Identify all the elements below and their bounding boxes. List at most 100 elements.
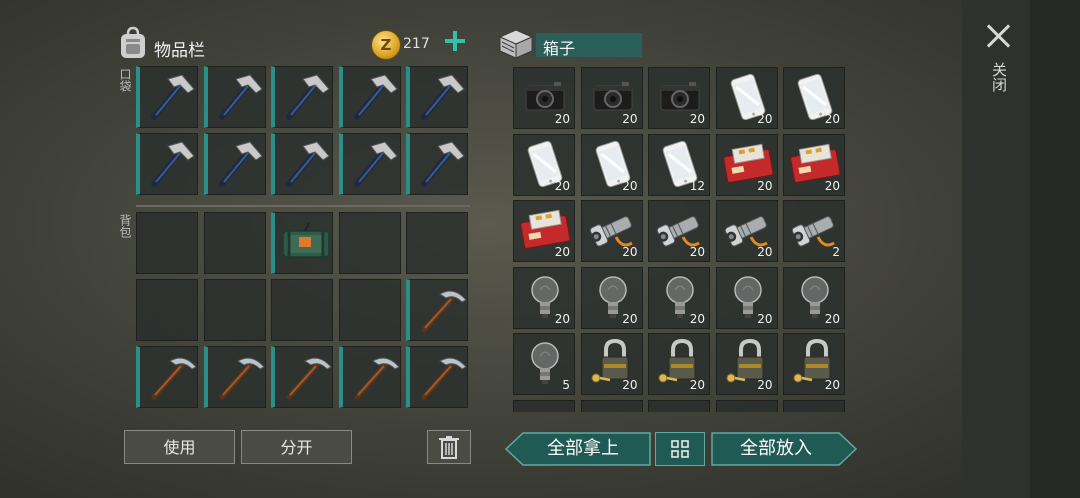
right-sidebar <box>962 0 1080 498</box>
backpack-slot[interactable] <box>203 212 266 274</box>
box-slot[interactable]: 2 <box>783 200 845 262</box>
box-slot[interactable]: 20 <box>580 200 643 262</box>
pocket-slot[interactable] <box>136 66 198 128</box>
item-quantity: 12 <box>689 178 705 193</box>
close-label[interactable]: 关闭 <box>988 62 1008 92</box>
pocket-slot[interactable] <box>338 66 401 128</box>
put-all-button[interactable]: 全部放入 <box>713 432 839 466</box>
pickaxe-icon <box>414 351 468 401</box>
hammer-icon <box>212 71 266 121</box>
hammer-icon <box>212 138 266 188</box>
box-icon <box>498 29 534 59</box>
hammer-icon <box>347 71 401 121</box>
divider <box>136 205 470 207</box>
sort-button[interactable] <box>655 432 705 466</box>
pocket-slot[interactable] <box>203 133 266 195</box>
box-slot[interactable]: 20 <box>783 333 845 395</box>
use-button[interactable]: 使用 <box>124 430 235 464</box>
pocket-slot[interactable] <box>406 66 468 128</box>
coin-icon: Z <box>371 30 401 60</box>
bomb-icon <box>279 217 333 267</box>
box-empty-slot[interactable] <box>513 399 575 412</box>
hammer-icon <box>279 71 333 121</box>
box-slot[interactable]: 20 <box>580 333 643 395</box>
box-slot[interactable]: 20 <box>715 266 778 329</box>
box-slot[interactable]: 20 <box>715 333 778 395</box>
box-slot[interactable]: 12 <box>648 133 710 196</box>
pocket-slot[interactable] <box>136 133 198 195</box>
coin-count: 217 <box>403 36 430 52</box>
backpack-slot[interactable] <box>338 279 401 341</box>
hammer-icon <box>144 138 198 188</box>
item-quantity: 20 <box>622 178 638 193</box>
box-slot[interactable]: 20 <box>513 200 575 262</box>
trash-icon <box>439 436 459 459</box>
box-slot[interactable]: 20 <box>648 200 710 262</box>
box-empty-slot[interactable] <box>783 399 845 412</box>
box-slot[interactable]: 20 <box>648 266 710 329</box>
hammer-icon <box>279 138 333 188</box>
item-quantity: 20 <box>757 178 773 193</box>
pocket-slot[interactable] <box>338 133 401 195</box>
box-slot[interactable]: 20 <box>580 133 643 196</box>
trash-button[interactable] <box>427 430 471 464</box>
add-coins-button[interactable] <box>445 31 465 51</box>
box-grid[interactable]: 20 20 20 20 20 20 20 12 20 20 20 20 20 20 2 20 20 20 20 20 5… <box>512 66 850 412</box>
backpack-slot[interactable] <box>136 279 198 341</box>
box-slot[interactable]: 20 <box>783 67 845 129</box>
item-quantity: 20 <box>824 378 840 392</box>
pickaxe-icon <box>144 351 198 401</box>
box-slot[interactable]: 20 <box>648 67 710 129</box>
split-button[interactable]: 分开 <box>241 430 352 464</box>
hammer-icon <box>347 138 401 188</box>
backpack-slot[interactable] <box>203 279 266 341</box>
pickaxe-icon <box>347 351 401 401</box>
box-slot[interactable]: 5 <box>513 333 575 395</box>
box-empty-slot[interactable] <box>715 399 778 412</box>
box-slot[interactable]: 20 <box>715 67 778 129</box>
backpack-slot[interactable] <box>338 346 401 408</box>
box-empty-slot[interactable] <box>580 399 643 412</box>
backpack-slot[interactable] <box>271 279 333 341</box>
item-quantity: 2 <box>832 245 840 259</box>
box-slot[interactable]: 20 <box>513 67 575 129</box>
backpack-slot[interactable] <box>203 346 266 408</box>
item-quantity: 20 <box>554 178 570 193</box>
backpack-icon <box>121 26 145 58</box>
box-slot[interactable]: 20 <box>580 266 643 329</box>
box-slot[interactable]: 20 <box>580 67 643 129</box>
box-slot[interactable]: 20 <box>715 200 778 262</box>
backpack-slot[interactable] <box>406 212 468 274</box>
backpack-label: 背包 <box>118 214 132 238</box>
item-quantity: 20 <box>757 378 773 392</box>
take-all-button[interactable]: 全部拿上 <box>520 432 646 466</box>
backpack-slot[interactable] <box>271 212 333 274</box>
pickaxe-icon <box>279 351 333 401</box>
pickaxe-icon <box>212 351 266 401</box>
hammer-icon <box>144 71 198 121</box>
backpack-slot[interactable] <box>406 279 468 341</box>
box-empty-slot[interactable] <box>648 399 710 412</box>
box-slot[interactable]: 20 <box>513 266 575 329</box>
box-slot[interactable]: 20 <box>783 266 845 329</box>
backpack-slot[interactable] <box>136 346 198 408</box>
item-quantity: 20 <box>824 311 840 326</box>
pocket-slot[interactable] <box>203 66 266 128</box>
box-slot[interactable]: 20 <box>783 133 845 196</box>
item-quantity: 20 <box>689 245 705 259</box>
pocket-slot[interactable] <box>271 133 333 195</box>
close-icon[interactable] <box>985 22 1013 50</box>
backpack-slot[interactable] <box>406 346 468 408</box>
backpack-slot[interactable] <box>338 212 401 274</box>
item-quantity: 5 <box>562 378 570 392</box>
pocket-slot[interactable] <box>406 133 468 195</box>
box-slot[interactable]: 20 <box>513 133 575 196</box>
backpack-slot[interactable] <box>271 346 333 408</box>
item-quantity: 20 <box>689 112 705 126</box>
box-slot[interactable]: 20 <box>648 333 710 395</box>
item-quantity: 20 <box>622 378 638 392</box>
box-slot[interactable]: 20 <box>715 133 778 196</box>
backpack-slot[interactable] <box>136 212 198 274</box>
item-quantity: 20 <box>757 245 773 259</box>
pocket-slot[interactable] <box>271 66 333 128</box>
